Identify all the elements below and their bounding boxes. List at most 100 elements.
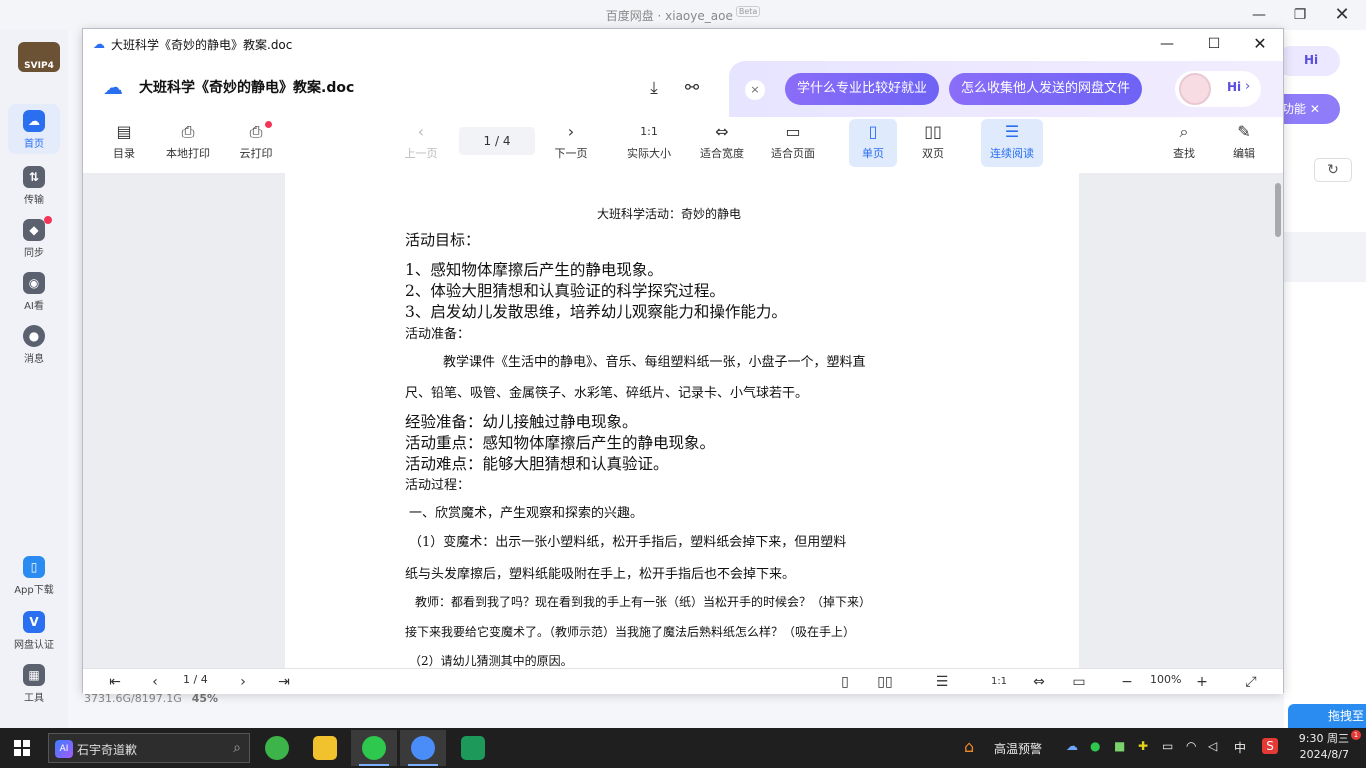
share-icon[interactable]: ⚯ bbox=[681, 77, 703, 99]
sidebar-item-label: 同步 bbox=[24, 248, 44, 259]
promo-close-button[interactable]: × bbox=[745, 80, 765, 100]
wifi-icon[interactable]: ◠ bbox=[1186, 739, 1196, 753]
wechat-icon bbox=[362, 736, 386, 760]
continuous-read-label: 连续阅读 bbox=[990, 147, 1034, 160]
local-print-label: 本地打印 bbox=[166, 147, 210, 160]
bg-close-button[interactable]: ✕ bbox=[1330, 5, 1354, 25]
local-print-button[interactable]: ⎙ 本地打印 bbox=[159, 119, 217, 161]
netdisk-logo-icon: ☁ bbox=[103, 75, 123, 99]
sidebar-item-transfer[interactable]: ⇅ 传输 bbox=[8, 166, 60, 206]
sidebar-item-label: 首页 bbox=[24, 139, 44, 150]
promo-pill-major[interactable]: 学什么专业比较好就业 bbox=[785, 73, 940, 105]
bg-restore-button[interactable]: ❐ bbox=[1288, 5, 1312, 25]
find-button[interactable]: ⌕ 查找 bbox=[1155, 119, 1213, 161]
sidebar-item-verify[interactable]: V 网盘认证 bbox=[8, 611, 60, 651]
fit-page-small-icon[interactable]: ▭ bbox=[1069, 672, 1089, 692]
promo-pill-collect[interactable]: 怎么收集他人发送的网盘文件 bbox=[949, 73, 1143, 105]
find-label: 查找 bbox=[1173, 147, 1195, 160]
next-page-icon[interactable]: › bbox=[233, 672, 253, 692]
refresh-icon[interactable]: ↻ bbox=[1314, 158, 1352, 182]
cloud-print-button[interactable]: ⎙ 云打印 bbox=[227, 119, 285, 161]
bg-drag-upload[interactable]: 拖拽至 bbox=[1288, 704, 1366, 728]
search-icon: ⌕ bbox=[1179, 122, 1189, 141]
taskbar-clock[interactable]: 9:30 周三 2024/8/7 bbox=[1293, 731, 1349, 763]
sidebar-item-sync[interactable]: ◆ 同步 bbox=[8, 219, 60, 259]
fit-page-button[interactable]: ▭ 适合页面 bbox=[764, 119, 822, 161]
sidebar-item-label: 消息 bbox=[24, 354, 44, 365]
promo-banner: × 学什么专业比较好就业 怎么收集他人发送的网盘文件 Hi › bbox=[729, 61, 1283, 117]
fit-width-button[interactable]: ⇔ 适合宽度 bbox=[693, 119, 751, 161]
ime-indicator[interactable]: 中 bbox=[1234, 739, 1246, 756]
actual-size-small-icon[interactable]: 1:1 bbox=[989, 672, 1009, 692]
taskbar-search-box[interactable]: AI 石宇奇道歉 ⌕ bbox=[48, 733, 250, 763]
continuous-read-button[interactable]: ☰ 连续阅读 bbox=[981, 119, 1043, 167]
sogou-ime-icon[interactable]: S bbox=[1262, 738, 1278, 754]
edit-button[interactable]: ✎ 编辑 bbox=[1215, 119, 1273, 161]
last-page-icon[interactable]: ⇥ bbox=[274, 672, 294, 692]
zoom-in-icon[interactable]: + bbox=[1192, 672, 1212, 692]
download-icon[interactable]: ⤓ bbox=[643, 77, 665, 99]
single-page-small-icon[interactable]: ▯ bbox=[835, 672, 855, 692]
taskbar-browser-app[interactable] bbox=[254, 730, 300, 766]
doc-line: 接下来我要给它变魔术了。（教师示范）当我施了魔法后熟料纸怎么样？（吸在手上） bbox=[405, 625, 856, 639]
background-sidebar: SVIP4 ☁ 首页 ⇅ 传输 ◆ 同步 ◉ AI看 ● 消息 ▯ App下载 … bbox=[0, 30, 68, 728]
weather-alert-text[interactable]: 高温预警 bbox=[994, 740, 1042, 757]
notification-badge[interactable]: 1 bbox=[1351, 730, 1361, 740]
toc-button[interactable]: ▤ 目录 bbox=[95, 119, 153, 161]
windows-start-icon[interactable] bbox=[14, 740, 30, 756]
page-number-input[interactable]: 1 / 4 bbox=[459, 127, 535, 155]
volume-icon[interactable]: ◁ bbox=[1208, 739, 1217, 753]
bottom-page-indicator[interactable]: 1 / 4 bbox=[183, 673, 208, 686]
fit-width-small-icon[interactable]: ⇔ bbox=[1029, 672, 1049, 692]
sidebar-item-ai[interactable]: ◉ AI看 bbox=[8, 272, 60, 312]
fullscreen-icon[interactable]: ⤢ bbox=[1241, 672, 1261, 692]
bg-feature-text: 功能 bbox=[1282, 102, 1307, 116]
taskbar-baidu-netdisk[interactable] bbox=[400, 730, 446, 766]
first-page-icon[interactable]: ⇤ bbox=[105, 672, 125, 692]
doc-line: 教师：都看到我了吗？现在看到我的手上有一张（纸）当松开手的时候会？（掉下来） bbox=[415, 595, 872, 609]
cloud-print-label: 云打印 bbox=[239, 147, 273, 160]
sidebar-item-tools[interactable]: ▦ 工具 bbox=[8, 664, 60, 704]
battery-icon[interactable]: ▭ bbox=[1162, 739, 1173, 753]
taskbar-screen-app[interactable] bbox=[450, 730, 496, 766]
screen-icon bbox=[461, 736, 485, 760]
prev-page-button[interactable]: ‹ 上一页 bbox=[392, 119, 450, 161]
taskbar-wechat[interactable] bbox=[351, 730, 397, 766]
double-page-button[interactable]: ▯▯ 双页 bbox=[909, 119, 957, 161]
bg-feature-chip[interactable]: 功能 ✕ bbox=[1276, 94, 1340, 124]
single-page-button[interactable]: ▯ 单页 bbox=[849, 119, 897, 167]
hi-assistant-button[interactable]: Hi › bbox=[1175, 71, 1261, 107]
continuous-small-icon[interactable]: ☰ bbox=[932, 672, 952, 692]
fit-width-icon: ⇔ bbox=[715, 122, 729, 141]
sync-notification-dot bbox=[44, 216, 52, 224]
vertical-scrollbar[interactable] bbox=[1275, 183, 1281, 237]
weather-alert-icon[interactable]: ⌂ bbox=[964, 737, 974, 756]
doc-line: 经验准备：幼儿接触过静电现象。 bbox=[405, 413, 638, 431]
svip-avatar[interactable]: SVIP4 bbox=[18, 42, 60, 72]
sidebar-item-messages[interactable]: ● 消息 bbox=[8, 325, 60, 365]
nvidia-tray-icon[interactable]: ■ bbox=[1114, 739, 1125, 753]
bg-hi-chip[interactable]: Hi bbox=[1276, 46, 1340, 76]
sidebar-item-app-download[interactable]: ▯ App下载 bbox=[8, 556, 60, 596]
single-page-icon: ▯ bbox=[868, 122, 878, 141]
maximize-button[interactable]: ☐ bbox=[1199, 33, 1229, 55]
double-page-small-icon[interactable]: ▯▯ bbox=[875, 672, 895, 692]
continuous-icon: ☰ bbox=[1004, 122, 1020, 141]
actual-size-button[interactable]: 1:1 实际大小 bbox=[620, 119, 678, 161]
doc-line: 活动重点：感知物体摩擦后产生的静电现象。 bbox=[405, 434, 716, 452]
minimize-button[interactable]: — bbox=[1152, 33, 1182, 55]
netdisk-tray-icon[interactable]: ☁ bbox=[1066, 739, 1078, 753]
wechat-tray-icon[interactable]: ● bbox=[1090, 739, 1100, 753]
document-content-area[interactable]: 大班科学活动：奇妙的静电 活动目标： 1、感知物体摩擦后产生的静电现象。 2、体… bbox=[83, 173, 1283, 668]
sidebar-item-home[interactable]: ☁ 首页 bbox=[8, 104, 60, 154]
search-icon: ⌕ bbox=[233, 740, 241, 756]
sidebar-item-label: 传输 bbox=[24, 195, 44, 206]
zoom-out-icon[interactable]: − bbox=[1117, 672, 1137, 692]
taskbar-file-explorer[interactable] bbox=[302, 730, 348, 766]
doc-line: 活动准备： bbox=[405, 327, 471, 342]
close-button[interactable]: ✕ bbox=[1245, 33, 1275, 55]
bg-minimize-button[interactable]: — bbox=[1247, 5, 1271, 25]
plus-tray-icon[interactable]: ✚ bbox=[1138, 739, 1148, 753]
prev-page-icon[interactable]: ‹ bbox=[145, 672, 165, 692]
next-page-button[interactable]: › 下一页 bbox=[542, 119, 600, 161]
